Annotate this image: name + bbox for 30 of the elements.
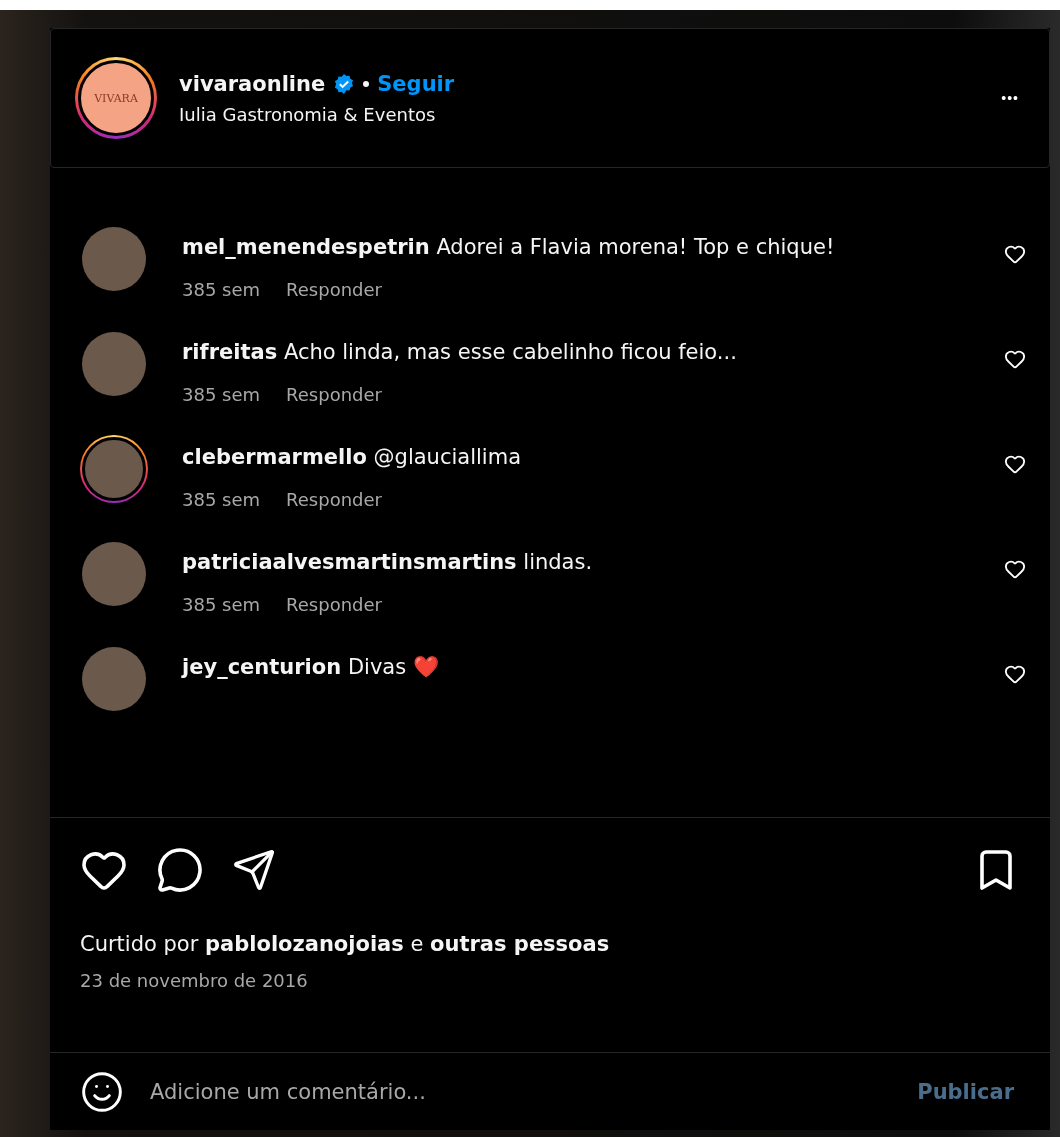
like-comment-icon[interactable] — [1004, 243, 1026, 265]
more-options-button[interactable]: ••• — [995, 89, 1025, 107]
comment-time: 385 sem — [182, 279, 261, 300]
comment-text: rifreitas Acho linda, mas esse cabelinho ficou feio... — [182, 339, 738, 366]
reply-button[interactable]: Responder — [286, 594, 382, 615]
comment-text: mel_menendespetrin Adorei a Flavia morena! Top e chique! — [182, 234, 836, 261]
likes-text: Curtido por pablolozanojoias e outras pessoas — [80, 931, 611, 958]
comment-text: patriciaalvesmartinsmartins lindas. — [182, 549, 594, 576]
follow-link[interactable]: Seguir — [377, 71, 455, 96]
like-comment-icon[interactable] — [1004, 348, 1026, 370]
like-comment-icon[interactable] — [1004, 558, 1026, 580]
dot-separator-icon — [363, 80, 370, 87]
comment-time: 385 sem — [182, 594, 261, 615]
location-text[interactable]: Iulia Gastronomia & Eventos — [179, 103, 974, 125]
publish-button[interactable]: Publicar — [911, 1078, 1020, 1105]
like-comment-icon[interactable] — [1004, 663, 1026, 685]
post-date: 23 de novembro de 2016 — [80, 970, 309, 991]
like-comment-icon[interactable] — [1004, 453, 1026, 475]
comment-text: jey_centurion Divas ❤ — [182, 654, 440, 681]
speech-bubble-icon[interactable] — [156, 846, 204, 894]
paper-plane-icon[interactable] — [232, 848, 276, 892]
reply-button[interactable]: Responder — [286, 384, 382, 405]
emoji-icon[interactable] — [80, 1069, 124, 1114]
comment-time: 385 sem — [182, 384, 261, 405]
reply-button[interactable]: Responder — [286, 279, 382, 300]
comment-time: 385 sem — [182, 489, 261, 510]
reply-button[interactable]: Responder — [286, 489, 382, 510]
comment-input[interactable]: Adicione um comentário... — [148, 1078, 888, 1105]
username[interactable]: vivaraonline — [179, 71, 326, 96]
comment-text: clebermarmello @glauciallima — [182, 444, 522, 471]
